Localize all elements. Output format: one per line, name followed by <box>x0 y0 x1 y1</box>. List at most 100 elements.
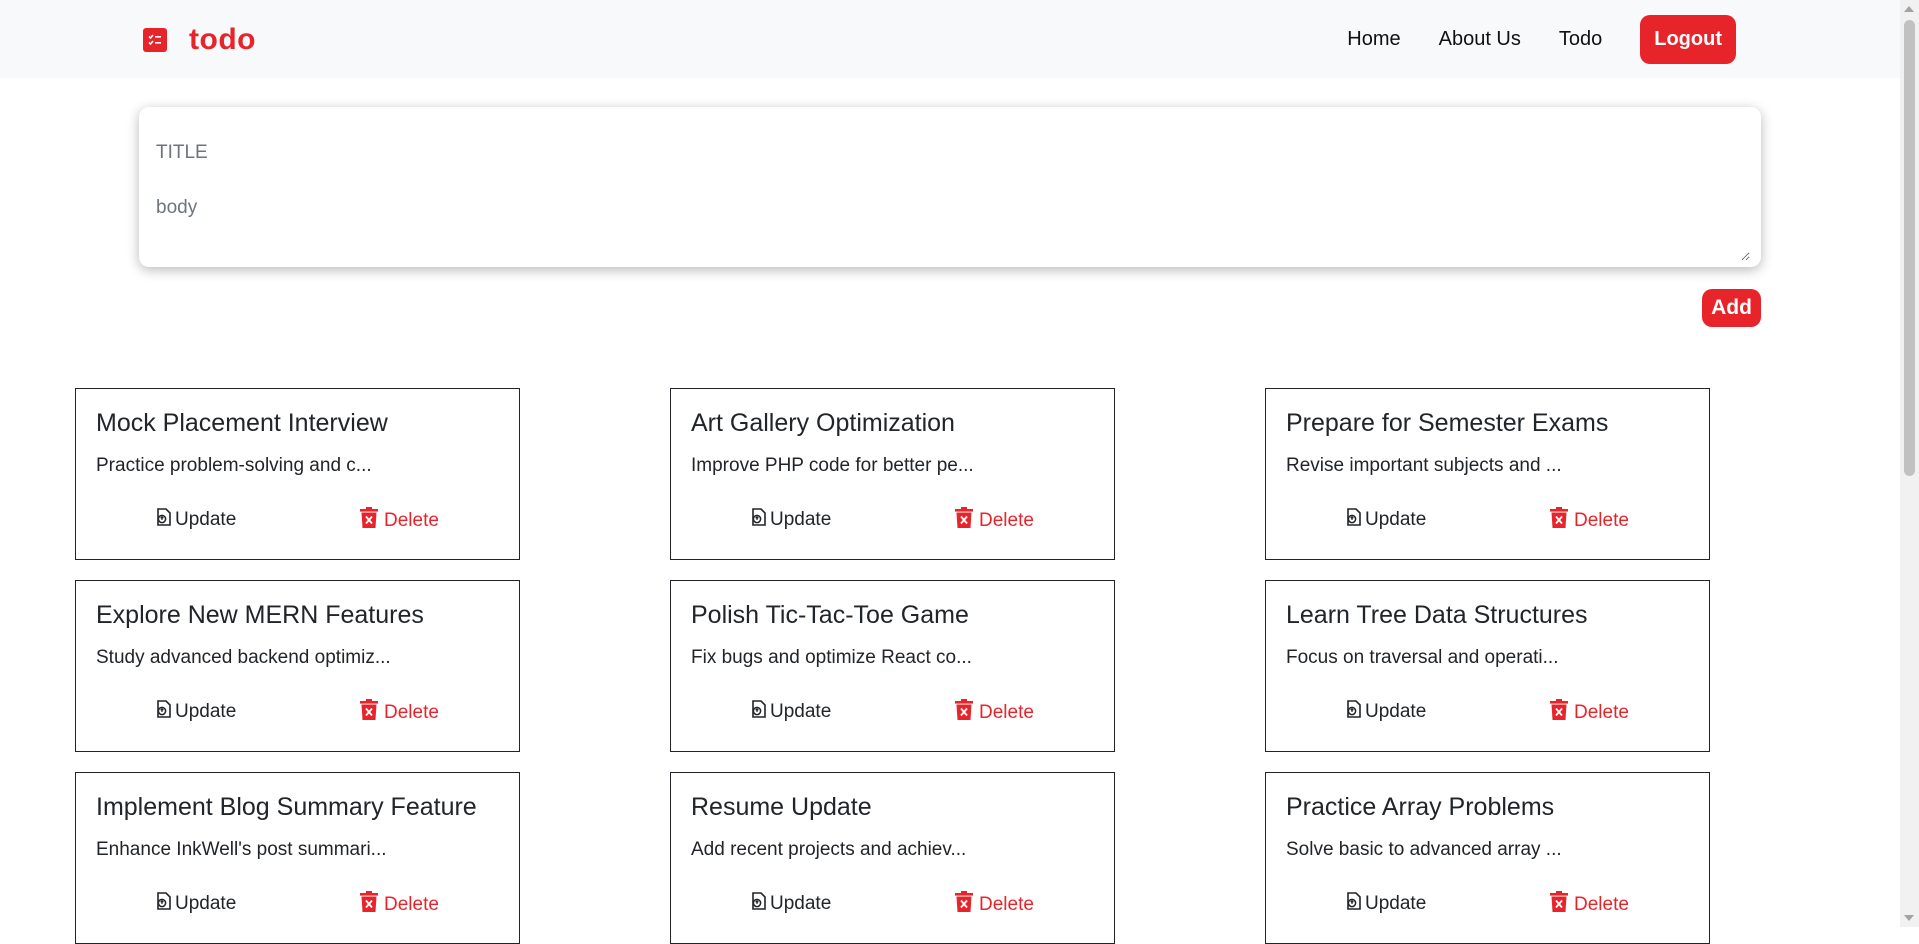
trash-icon <box>1550 891 1574 918</box>
update-icon <box>749 507 770 533</box>
logout-button[interactable]: Logout <box>1640 14 1736 64</box>
todo-card: Practice Array Problems Solve basic to ad… <box>1265 772 1710 944</box>
todo-title: Polish Tic-Tac-Toe Game <box>691 601 969 629</box>
delete-button[interactable]: Delete <box>360 891 439 918</box>
todo-body: Fix bugs and optimize React co... <box>691 647 972 668</box>
todo-actions: Update Delete <box>76 699 519 729</box>
todo-body: Practice problem-solving and c... <box>96 455 372 476</box>
delete-label: Delete <box>979 701 1034 723</box>
new-todo-card <box>139 107 1761 267</box>
todo-title: Mock Placement Interview <box>96 409 388 437</box>
update-icon <box>749 891 770 917</box>
todo-card: Prepare for Semester Exams Revise importa… <box>1265 388 1710 560</box>
delete-label: Delete <box>384 701 439 723</box>
nav-link-home[interactable]: Home <box>1347 28 1400 51</box>
update-label: Update <box>175 893 237 914</box>
delete-button[interactable]: Delete <box>955 699 1034 726</box>
update-icon <box>154 699 175 725</box>
navbar: todo Home About Us Todo Logout <box>0 0 1900 78</box>
todo-actions: Update Delete <box>1266 699 1709 729</box>
trash-icon <box>1550 699 1574 726</box>
update-label: Update <box>1365 509 1427 530</box>
body-textarea[interactable] <box>154 195 1750 261</box>
update-label: Update <box>770 701 832 722</box>
todo-title: Art Gallery Optimization <box>691 409 955 437</box>
delete-button[interactable]: Delete <box>1550 699 1629 726</box>
add-button[interactable]: Add <box>1702 289 1761 327</box>
delete-button[interactable]: Delete <box>955 507 1034 534</box>
todo-actions: Update Delete <box>671 891 1114 921</box>
update-icon <box>749 699 770 725</box>
update-button[interactable]: Update <box>749 507 831 533</box>
todo-actions: Update Delete <box>1266 891 1709 921</box>
trash-icon <box>360 891 384 918</box>
update-button[interactable]: Update <box>1344 891 1426 917</box>
todo-body: Study advanced backend optimiz... <box>96 647 391 668</box>
update-icon <box>1344 891 1365 917</box>
update-icon <box>154 891 175 917</box>
scroll-up-arrow-icon[interactable] <box>1904 6 1914 12</box>
todo-card: Mock Placement Interview Practice problem… <box>75 388 520 560</box>
title-input[interactable] <box>154 135 1738 171</box>
trash-icon <box>360 507 384 534</box>
scroll-down-arrow-icon[interactable] <box>1904 915 1914 921</box>
delete-label: Delete <box>979 509 1034 531</box>
update-button[interactable]: Update <box>154 507 236 533</box>
todo-card: Resume Update Add recent projects and ach… <box>670 772 1115 944</box>
nav-link-about-us[interactable]: About Us <box>1439 28 1521 51</box>
todo-body: Improve PHP code for better pe... <box>691 455 974 476</box>
update-button[interactable]: Update <box>749 891 831 917</box>
trash-icon <box>1550 507 1574 534</box>
brand-link[interactable]: todo <box>143 22 256 58</box>
update-button[interactable]: Update <box>1344 699 1426 725</box>
todo-actions: Update Delete <box>671 507 1114 537</box>
update-icon <box>1344 699 1365 725</box>
todo-title: Explore New MERN Features <box>96 601 424 629</box>
update-icon <box>1344 507 1365 533</box>
todo-actions: Update Delete <box>76 891 519 921</box>
todo-title: Implement Blog Summary Feature <box>96 793 477 821</box>
update-button[interactable]: Update <box>154 699 236 725</box>
delete-label: Delete <box>1574 893 1629 915</box>
nav-link-todo[interactable]: Todo <box>1559 28 1602 51</box>
trash-icon <box>360 699 384 726</box>
update-label: Update <box>175 509 237 530</box>
todo-body: Add recent projects and achiev... <box>691 839 967 860</box>
delete-label: Delete <box>384 509 439 531</box>
todo-actions: Update Delete <box>1266 507 1709 537</box>
delete-label: Delete <box>1574 701 1629 723</box>
update-label: Update <box>175 701 237 722</box>
todo-card: Explore New MERN Features Study advanced … <box>75 580 520 752</box>
scroll-thumb[interactable] <box>1904 20 1915 476</box>
delete-label: Delete <box>979 893 1034 915</box>
todo-actions: Update Delete <box>671 699 1114 729</box>
todo-title: Resume Update <box>691 793 872 821</box>
todo-card: Implement Blog Summary Feature Enhance In… <box>75 772 520 944</box>
todo-card: Learn Tree Data Structures Focus on trave… <box>1265 580 1710 752</box>
update-icon <box>154 507 175 533</box>
update-label: Update <box>770 509 832 530</box>
page-scrollbar[interactable] <box>1900 0 1919 927</box>
delete-button[interactable]: Delete <box>1550 891 1629 918</box>
todo-body: Enhance InkWell's post summari... <box>96 839 387 860</box>
todo-card: Polish Tic-Tac-Toe Game Fix bugs and opti… <box>670 580 1115 752</box>
update-label: Update <box>770 893 832 914</box>
update-label: Update <box>1365 701 1427 722</box>
update-button[interactable]: Update <box>749 699 831 725</box>
update-button[interactable]: Update <box>1344 507 1426 533</box>
update-button[interactable]: Update <box>154 891 236 917</box>
todo-card: Art Gallery Optimization Improve PHP code… <box>670 388 1115 560</box>
todo-title: Learn Tree Data Structures <box>1286 601 1588 629</box>
delete-label: Delete <box>384 893 439 915</box>
delete-button[interactable]: Delete <box>360 699 439 726</box>
delete-button[interactable]: Delete <box>955 891 1034 918</box>
trash-icon <box>955 699 979 726</box>
todo-title: Practice Array Problems <box>1286 793 1555 821</box>
todo-body: Focus on traversal and operati... <box>1286 647 1559 668</box>
todo-title: Prepare for Semester Exams <box>1286 409 1609 437</box>
todo-body: Solve basic to advanced array ... <box>1286 839 1562 860</box>
delete-button[interactable]: Delete <box>1550 507 1629 534</box>
delete-button[interactable]: Delete <box>360 507 439 534</box>
todo-actions: Update Delete <box>76 507 519 537</box>
trash-icon <box>955 507 979 534</box>
